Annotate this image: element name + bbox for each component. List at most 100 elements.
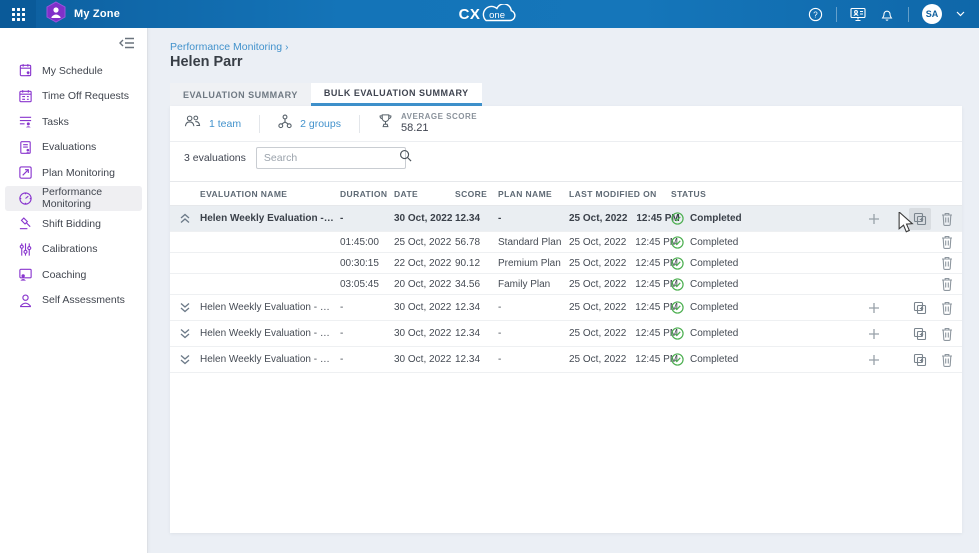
team-stat[interactable]: 1 team — [184, 114, 241, 133]
completed-check-icon — [671, 278, 684, 291]
self-assessments-icon — [18, 293, 33, 308]
collapse-row-icon[interactable] — [179, 213, 191, 224]
top-header-bar: My Zone CX one ? SA — [0, 0, 979, 28]
average-score-stat: AVERAGE SCORE 58.21 — [378, 112, 477, 136]
performance-monitoring-icon — [18, 191, 33, 206]
expand-row-icon[interactable] — [179, 354, 191, 365]
date-cell: 22 Oct, 2022 — [394, 258, 455, 269]
date-cell: 30 Oct, 2022 — [394, 328, 455, 339]
delete-evaluation-icon[interactable] — [941, 235, 953, 249]
completed-check-icon — [671, 301, 684, 314]
table-row[interactable]: 01:45:0025 Oct, 202256.78Standard Plan25… — [170, 232, 962, 253]
groups-link[interactable]: 2 groups — [300, 118, 341, 130]
column-duration[interactable]: DURATION — [340, 189, 394, 199]
table-row[interactable]: Helen Weekly Evaluation - June 20-30 Oct… — [170, 321, 962, 347]
search-box[interactable] — [256, 147, 406, 169]
last-modified-cell: 25 Oct, 202212:45 PM — [569, 279, 671, 290]
user-menu-chevron-icon[interactable] — [955, 6, 965, 22]
expand-row-icon[interactable] — [179, 302, 191, 313]
copy-evaluation-icon[interactable] — [909, 349, 931, 371]
delete-evaluation-icon[interactable] — [941, 301, 953, 315]
app-launcher-icon — [12, 8, 25, 21]
add-evaluation-icon[interactable] — [868, 354, 880, 366]
sidebar-item-my-schedule[interactable]: My Schedule — [5, 58, 142, 84]
plan-name-cell: - — [498, 328, 569, 339]
last-modified-cell: 25 Oct, 202212:45 PM — [569, 237, 671, 248]
status-cell: Completed — [671, 236, 850, 249]
table-row[interactable]: 03:05:4520 Oct, 202234.56Family Plan25 O… — [170, 274, 962, 295]
tasks-icon — [18, 114, 33, 129]
duration-cell: - — [340, 328, 394, 339]
user-avatar[interactable]: SA — [922, 4, 942, 24]
notifications-bell-icon[interactable] — [879, 6, 895, 22]
delete-evaluation-icon[interactable] — [941, 353, 953, 367]
breadcrumb-link[interactable]: Performance Monitoring — [170, 41, 282, 53]
sidebar-item-coaching[interactable]: Coaching — [5, 262, 142, 288]
status-label: Completed — [690, 328, 738, 339]
sidebar-item-performance-monitoring[interactable]: Performance Monitoring — [5, 186, 142, 212]
completed-check-icon — [671, 327, 684, 340]
sidebar-item-calibrations[interactable]: Calibrations — [5, 237, 142, 263]
copy-evaluation-icon[interactable] — [909, 208, 931, 230]
status-cell: Completed — [671, 327, 850, 340]
table-row[interactable]: Helen Weekly Evaluation - June 20-30 Oct… — [170, 295, 962, 321]
copy-evaluation-icon[interactable] — [909, 297, 931, 319]
sidebar-item-label: Time Off Requests — [42, 90, 129, 102]
sidebar: My Schedule Time Off Requests Tasks Evaluat… — [0, 28, 148, 553]
groups-stat[interactable]: 2 groups — [278, 114, 341, 134]
search-input[interactable] — [264, 152, 399, 164]
add-evaluation-icon[interactable] — [868, 328, 880, 340]
app-launcher-button[interactable] — [0, 0, 36, 28]
tab-bulk-evaluation-summary[interactable]: BULK EVALUATION SUMMARY — [311, 83, 482, 106]
sidebar-item-label: My Schedule — [42, 65, 103, 77]
search-icon[interactable] — [399, 149, 412, 167]
table-row[interactable]: Helen Weekly Evaluation - June...-30 Oct… — [170, 206, 962, 232]
stats-divider — [259, 115, 260, 133]
completed-check-icon — [671, 236, 684, 249]
plan-monitoring-icon — [18, 165, 33, 180]
team-link[interactable]: 1 team — [209, 118, 241, 130]
help-icon[interactable]: ? — [807, 6, 823, 22]
sidebar-item-shift-bidding[interactable]: Shift Bidding — [5, 211, 142, 237]
table-row[interactable]: Helen Weekly Evaluation - June 20-30 Oct… — [170, 347, 962, 373]
coaching-icon — [18, 267, 33, 282]
delete-evaluation-icon[interactable] — [941, 256, 953, 270]
cxone-logo: CX one — [459, 4, 521, 24]
score-cell: 12.34 — [455, 354, 498, 365]
date-cell: 30 Oct, 2022 — [394, 354, 455, 365]
delete-evaluation-icon[interactable] — [941, 327, 953, 341]
breadcrumb[interactable]: Performance Monitoring› — [170, 41, 288, 53]
completed-check-icon — [671, 257, 684, 270]
column-plan-name[interactable]: PLAN NAME — [498, 189, 569, 199]
expand-row-icon[interactable] — [179, 328, 191, 339]
tab-evaluation-summary[interactable]: EVALUATION SUMMARY — [170, 83, 311, 106]
sidebar-item-plan-monitoring[interactable]: Plan Monitoring — [5, 160, 142, 186]
evaluation-name-cell: Helen Weekly Evaluation - June 20 — [200, 354, 340, 365]
column-evaluation-name[interactable]: EVALUATION NAME — [200, 189, 340, 199]
score-cell: 56.78 — [455, 237, 498, 248]
delete-evaluation-icon[interactable] — [941, 212, 953, 226]
collapse-sidebar-icon[interactable] — [119, 36, 135, 50]
delete-evaluation-icon[interactable] — [941, 277, 953, 291]
copy-evaluation-icon[interactable] — [909, 323, 931, 345]
add-evaluation-icon[interactable] — [868, 213, 880, 225]
column-date[interactable]: DATE — [394, 189, 455, 199]
date-cell: 20 Oct, 2022 — [394, 279, 455, 290]
sidebar-item-tasks[interactable]: Tasks — [5, 109, 142, 135]
column-score[interactable]: SCORE — [455, 189, 498, 199]
sidebar-item-time-off-requests[interactable]: Time Off Requests — [5, 84, 142, 110]
sidebar-item-label: Tasks — [42, 116, 69, 128]
shift-bidding-icon — [18, 216, 33, 231]
header-divider — [836, 7, 837, 22]
column-status[interactable]: STATUS — [671, 189, 850, 199]
last-modified-cell: 25 Oct, 202212:45 PM — [569, 328, 671, 339]
my-schedule-icon — [18, 63, 33, 78]
sidebar-item-self-assessments[interactable]: Self Assessments — [5, 288, 142, 314]
last-modified-cell: 25 Oct, 202212:45 PM — [569, 213, 671, 224]
sidebar-item-evaluations[interactable]: Evaluations — [5, 135, 142, 161]
plan-name-cell: Standard Plan — [498, 237, 569, 248]
screen-share-icon[interactable] — [850, 6, 866, 22]
add-evaluation-icon[interactable] — [868, 302, 880, 314]
table-row[interactable]: 00:30:1522 Oct, 202290.12Premium Plan25 … — [170, 253, 962, 274]
column-last-modified-on[interactable]: LAST MODIFIED ON — [569, 189, 671, 199]
